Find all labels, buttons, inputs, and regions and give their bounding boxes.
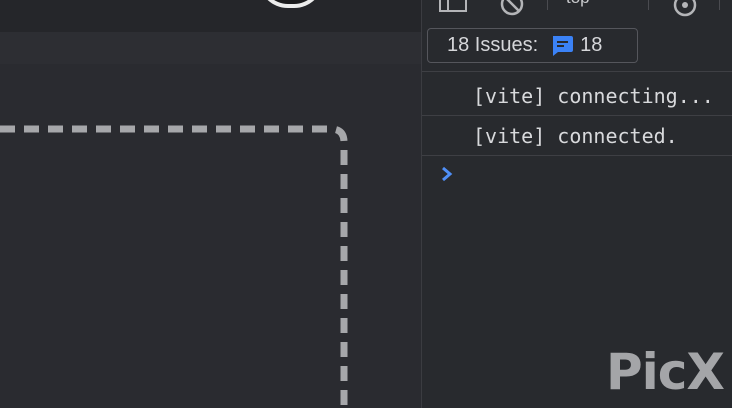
issues-label: 18 Issues: <box>447 34 539 56</box>
issues-bar: 18 Issues: 18 <box>422 22 732 72</box>
chevron-right-icon[interactable] <box>439 164 455 189</box>
dock-icon[interactable] <box>438 0 468 20</box>
console-message: [vite] connected. <box>422 116 732 156</box>
settings-icon[interactable] <box>671 0 699 22</box>
page-viewport <box>0 0 421 408</box>
issues-count: 18 <box>580 34 603 56</box>
console-message-text: [vite] connected. <box>473 123 678 148</box>
console-message-text: [vite] connecting... <box>473 83 714 108</box>
issues-button[interactable]: 18 Issues: 18 <box>427 28 638 63</box>
devtools-toolbar: top <box>422 0 732 22</box>
clear-console-icon[interactable] <box>499 0 525 22</box>
console-message: [vite] connecting... <box>422 76 732 116</box>
watermark: PicX <box>606 343 725 401</box>
dashed-drop-zone[interactable] <box>0 0 421 408</box>
context-select[interactable]: top <box>566 0 590 8</box>
message-icon <box>550 35 574 57</box>
devtools-panel: top 18 Issues: 18 [vite] connecting... <box>421 0 732 408</box>
